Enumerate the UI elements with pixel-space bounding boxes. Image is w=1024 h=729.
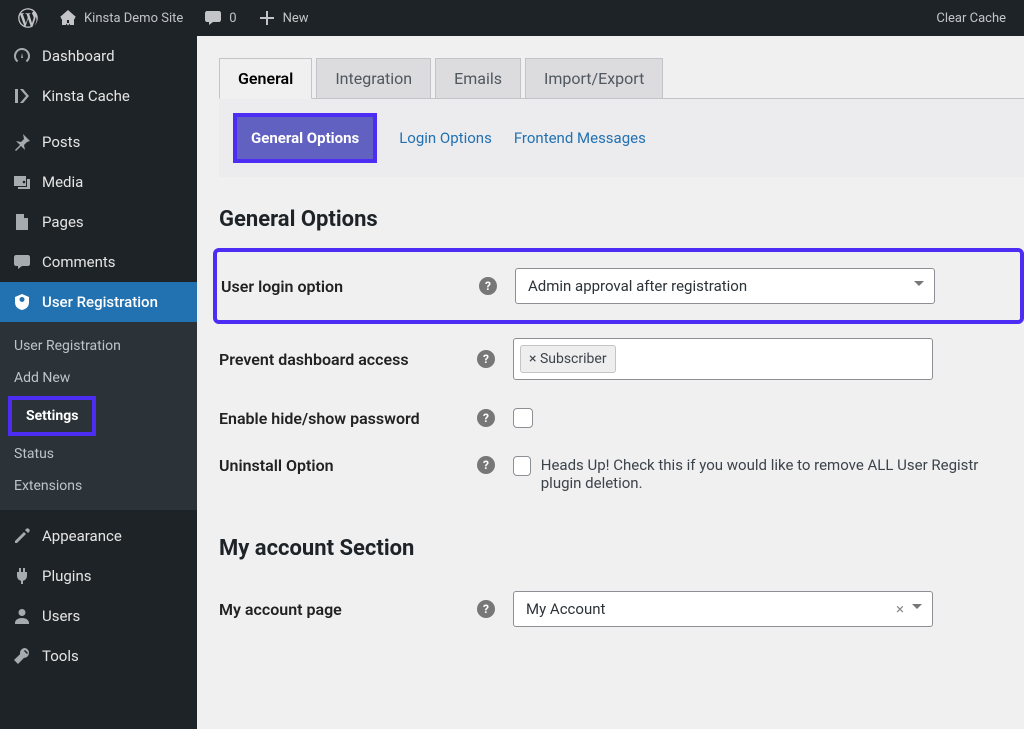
new-label: New — [283, 11, 309, 26]
users-icon — [12, 606, 32, 626]
tools-icon — [12, 646, 32, 666]
tab-import-export[interactable]: Import/Export — [525, 58, 663, 98]
menu-user-registration[interactable]: User Registration — [0, 282, 197, 322]
help-icon[interactable]: ? — [479, 277, 497, 295]
label-uninstall-option: Uninstall Option — [219, 456, 459, 475]
select-user-login-option[interactable]: Admin approval after registration — [515, 268, 935, 304]
uninstall-description: Heads Up! Check this if you would like t… — [541, 456, 1016, 492]
menu-tools[interactable]: Tools — [0, 636, 197, 676]
subtab-frontend-messages[interactable]: Frontend Messages — [514, 129, 646, 147]
row-prevent-dashboard: Prevent dashboard access ? × Subscriber — [219, 324, 1024, 394]
menu-media[interactable]: Media — [0, 162, 197, 202]
help-icon[interactable]: ? — [477, 409, 495, 427]
help-icon[interactable]: ? — [477, 456, 495, 474]
menu-kinsta-cache[interactable]: Kinsta Cache — [0, 76, 197, 116]
section-my-account: My account Section — [219, 536, 1024, 561]
menu-dashboard[interactable]: Dashboard — [0, 36, 197, 76]
tab-integration[interactable]: Integration — [316, 58, 431, 98]
subtab-login-options[interactable]: Login Options — [399, 129, 492, 147]
content-area: General Integration Emails Import/Export… — [197, 36, 1024, 729]
submenu-extensions[interactable]: Extensions — [0, 470, 197, 502]
settings-subtabs: General Options Login Options Frontend M… — [219, 99, 1024, 177]
chevron-down-icon — [914, 281, 924, 291]
comments-icon — [12, 252, 32, 272]
label-hide-show-password: Enable hide/show password — [219, 409, 459, 428]
help-icon[interactable]: ? — [477, 600, 495, 618]
menu-plugins[interactable]: Plugins — [0, 556, 197, 596]
menu-comments[interactable]: Comments — [0, 242, 197, 282]
menu-posts[interactable]: Posts — [0, 122, 197, 162]
row-user-login-option: User login option ? Admin approval after… — [213, 248, 1024, 324]
submenu-settings[interactable]: Settings — [8, 396, 96, 436]
row-my-account-page: My account page ? My Account × — [219, 577, 1024, 641]
tag-subscriber[interactable]: × Subscriber — [520, 345, 616, 373]
wp-logo[interactable] — [8, 0, 48, 36]
menu-pages[interactable]: Pages — [0, 202, 197, 242]
submenu-status[interactable]: Status — [0, 438, 197, 470]
label-prevent-dashboard: Prevent dashboard access — [219, 350, 459, 369]
comments-link[interactable]: 0 — [193, 0, 246, 36]
new-content-link[interactable]: New — [247, 0, 319, 36]
checkbox-uninstall-option[interactable] — [513, 456, 531, 476]
row-uninstall-option: Uninstall Option ? Heads Up! Check this … — [219, 442, 1024, 506]
select-prevent-dashboard[interactable]: × Subscriber — [513, 338, 933, 380]
admin-toolbar: Kinsta Demo Site 0 New Clear Cache — [0, 0, 1024, 36]
user-registration-submenu: User Registration Add New Settings Statu… — [0, 322, 197, 510]
pin-icon — [12, 132, 32, 152]
kinsta-icon — [12, 86, 32, 106]
select-my-account-page[interactable]: My Account × — [513, 591, 933, 627]
tab-general[interactable]: General — [219, 58, 312, 99]
site-title: Kinsta Demo Site — [84, 11, 183, 26]
label-user-login-option: User login option — [221, 277, 461, 296]
tab-emails[interactable]: Emails — [435, 58, 521, 98]
section-general-options: General Options — [219, 207, 1024, 232]
appearance-icon — [12, 526, 32, 546]
plugins-icon — [12, 566, 32, 586]
clear-cache-link[interactable]: Clear Cache — [926, 0, 1016, 36]
media-icon — [12, 172, 32, 192]
checkbox-hide-show-password[interactable] — [513, 408, 533, 428]
dashboard-icon — [12, 46, 32, 66]
row-hide-show-password: Enable hide/show password ? — [219, 394, 1024, 442]
user-registration-icon — [12, 292, 32, 312]
clear-icon[interactable]: × — [896, 600, 904, 618]
pages-icon — [12, 212, 32, 232]
submenu-user-registration[interactable]: User Registration — [0, 330, 197, 362]
menu-appearance[interactable]: Appearance — [0, 516, 197, 556]
comment-count: 0 — [229, 11, 236, 26]
help-icon[interactable]: ? — [477, 350, 495, 368]
menu-users[interactable]: Users — [0, 596, 197, 636]
label-my-account-page: My account page — [219, 600, 459, 619]
site-link[interactable]: Kinsta Demo Site — [48, 0, 193, 36]
settings-tabs: General Integration Emails Import/Export — [219, 58, 1024, 99]
submenu-add-new[interactable]: Add New — [0, 362, 197, 394]
subtab-general-options[interactable]: General Options — [233, 113, 377, 163]
chevron-down-icon — [912, 604, 922, 614]
admin-sidebar: Dashboard Kinsta Cache Posts Media Pages… — [0, 36, 197, 729]
